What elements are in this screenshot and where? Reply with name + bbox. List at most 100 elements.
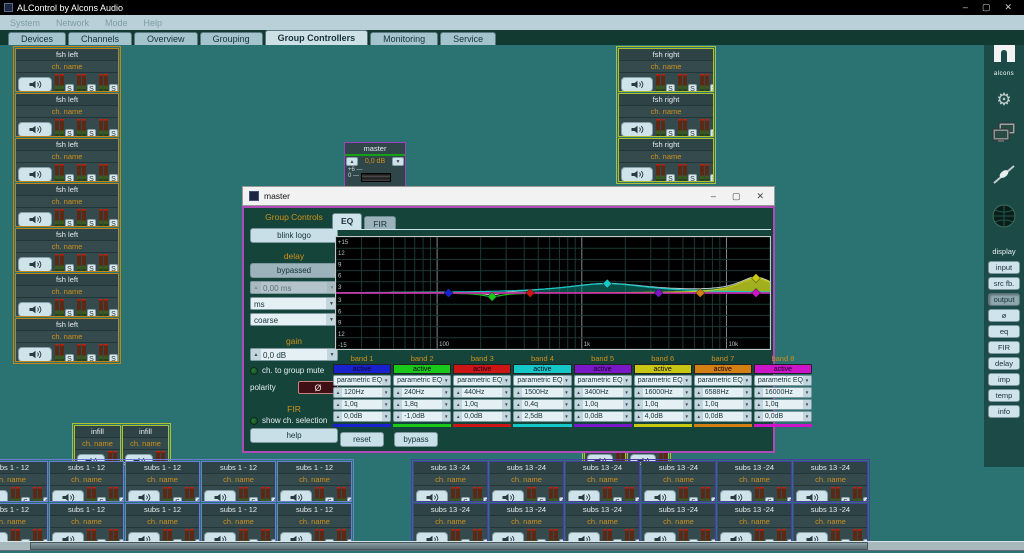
solo-button[interactable]: S: [710, 84, 714, 92]
channel-strip[interactable]: subs 1 - 12ch. nameSS: [0, 461, 48, 502]
channel-strip[interactable]: fsh leftch. nameSSSS: [15, 228, 119, 272]
band-type-dropdown[interactable]: parametric EQ▼: [453, 375, 511, 386]
mute-button[interactable]: [128, 490, 160, 502]
mute-button[interactable]: [18, 212, 52, 227]
solo-button[interactable]: S: [109, 309, 118, 317]
solo-button[interactable]: S: [666, 84, 675, 92]
dialog-tab-eq[interactable]: EQ: [332, 213, 362, 230]
channel-strip[interactable]: fsh leftch. nameSSSS: [15, 48, 119, 92]
mute-button[interactable]: [568, 490, 600, 502]
tab-devices[interactable]: Devices: [8, 32, 66, 45]
band-type-dropdown[interactable]: parametric EQ▼: [513, 375, 571, 386]
channel-strip[interactable]: subs 13 -24ch. nameSS: [641, 461, 716, 502]
band-active-button[interactable]: active: [513, 364, 571, 374]
spin-up-icon[interactable]: ▲: [514, 400, 522, 409]
spin-down-icon[interactable]: ▼: [743, 388, 751, 397]
channel-strip[interactable]: fsh rightch. nameSSSS: [618, 48, 714, 92]
spin-down-icon[interactable]: ▼: [502, 412, 510, 421]
sidebar-button-input[interactable]: input: [988, 261, 1020, 274]
mute-button[interactable]: [18, 257, 52, 272]
solo-button[interactable]: S: [65, 264, 74, 272]
spin-down-icon[interactable]: ▼: [382, 388, 390, 397]
channel-strip[interactable]: subs 1 - 12ch. nameSS: [277, 461, 352, 502]
solo-button[interactable]: S: [841, 497, 850, 502]
band-frequency-spinner[interactable]: ▲440Hz▼: [453, 387, 511, 398]
solo-button[interactable]: S: [195, 497, 200, 502]
band-frequency-spinner[interactable]: ▲120Hz▼: [333, 387, 391, 398]
solo-button[interactable]: S: [347, 497, 352, 502]
channel-strip[interactable]: subs 13 -24ch. nameSS: [717, 503, 792, 544]
sidebar-button-info[interactable]: info: [988, 405, 1020, 418]
channel-strip[interactable]: subs 1 - 12ch. nameSS: [49, 461, 124, 502]
ch-to-group-mute-radio[interactable]: ch. to group mute: [250, 366, 338, 375]
solo-button[interactable]: S: [249, 497, 258, 502]
channel-strip[interactable]: subs 1 - 12ch. nameSS: [201, 461, 276, 502]
bypass-button[interactable]: bypass: [394, 432, 438, 447]
spin-down-icon[interactable]: ▼: [623, 400, 631, 409]
minimize-button[interactable]: –: [963, 2, 968, 13]
solo-button[interactable]: S: [87, 309, 96, 317]
band-gain-spinner[interactable]: ▲4,0dB▼: [634, 411, 692, 422]
menu-item-network[interactable]: Network: [56, 18, 89, 28]
globe-icon[interactable]: [992, 204, 1016, 233]
spin-down-icon[interactable]: ▼: [623, 412, 631, 421]
channel-strip[interactable]: subs 1 - 12ch. nameSS: [0, 503, 48, 544]
spin-down-icon[interactable]: ▼: [683, 412, 691, 421]
channel-strip[interactable]: subs 13 -24ch. nameSS: [489, 461, 564, 502]
band-gain-spinner[interactable]: ▲0,0dB▼: [574, 411, 632, 422]
solo-button[interactable]: S: [119, 497, 124, 502]
band-q-spinner[interactable]: ▲1,0q▼: [574, 399, 632, 410]
channel-strip[interactable]: subs 13 -24ch. nameSS: [565, 461, 640, 502]
dropdown-icon[interactable]: ▼: [803, 376, 811, 385]
sidebar-button-eq[interactable]: eq: [988, 325, 1020, 338]
dialog-close-button[interactable]: ✕: [756, 191, 764, 202]
solo-button[interactable]: S: [710, 129, 714, 137]
spin-down-icon[interactable]: ▼: [563, 412, 571, 421]
polarity-button[interactable]: Ø: [298, 381, 338, 394]
solo-button[interactable]: S: [65, 174, 74, 182]
sidebar-button-imp[interactable]: imp: [988, 373, 1020, 386]
band-active-button[interactable]: active: [634, 364, 692, 374]
spin-down-icon[interactable]: ▼: [442, 388, 450, 397]
solo-button[interactable]: S: [271, 497, 276, 502]
solo-button[interactable]: S: [65, 84, 74, 92]
channel-strip[interactable]: subs 13 -24ch. nameSS: [489, 503, 564, 544]
tab-service[interactable]: Service: [440, 32, 496, 45]
dropdown-icon[interactable]: ▼: [623, 376, 631, 385]
band-frequency-spinner[interactable]: ▲16000Hz▼: [634, 387, 692, 398]
menu-item-mode[interactable]: Mode: [105, 18, 128, 28]
settings-gear-icon[interactable]: ⚙: [996, 91, 1011, 108]
spin-up-icon[interactable]: ▲: [334, 412, 342, 421]
band-active-button[interactable]: active: [393, 364, 451, 374]
channel-strip[interactable]: fsh leftch. nameSSSS: [15, 183, 119, 227]
band-active-button[interactable]: active: [453, 364, 511, 374]
band-active-button[interactable]: active: [574, 364, 632, 374]
spin-up-icon[interactable]: ▲: [251, 349, 261, 360]
spin-up-icon[interactable]: ▲: [575, 400, 583, 409]
band-q-spinner[interactable]: ▲1,8q▼: [393, 399, 451, 410]
spin-down-icon[interactable]: ▼: [743, 412, 751, 421]
horizontal-scrollbar[interactable]: [0, 541, 1024, 551]
dropdown-icon[interactable]: ▼: [563, 376, 571, 385]
band-q-spinner[interactable]: ▲1,0q▼: [453, 399, 511, 410]
mute-button[interactable]: [18, 122, 52, 137]
network-monitors-icon[interactable]: [991, 122, 1017, 149]
spin-up-icon[interactable]: ▲: [695, 412, 703, 421]
band-active-button[interactable]: active: [333, 364, 391, 374]
solo-button[interactable]: S: [461, 497, 470, 502]
dialog-tab-fir[interactable]: FIR: [364, 216, 396, 230]
dialog-titlebar[interactable]: master – ▢ ✕: [242, 186, 775, 206]
band-gain-spinner[interactable]: ▲-1,0dB▼: [393, 411, 451, 422]
spin-up-icon[interactable]: ▲: [334, 388, 342, 397]
spin-up-icon[interactable]: ▲: [454, 400, 462, 409]
spin-down-icon[interactable]: ▼: [683, 400, 691, 409]
channel-strip[interactable]: infillch. name: [74, 425, 121, 463]
spin-down-icon[interactable]: ▼: [683, 388, 691, 397]
sidebar-button-[interactable]: ø: [988, 309, 1020, 322]
mute-button[interactable]: [204, 490, 236, 502]
mute-button[interactable]: [621, 122, 653, 137]
solo-button[interactable]: S: [87, 84, 96, 92]
mute-button[interactable]: [796, 490, 828, 502]
gain-spinner[interactable]: ▲ 0,0 dB ▼: [250, 348, 338, 361]
dialog-minimize-button[interactable]: –: [711, 191, 716, 202]
